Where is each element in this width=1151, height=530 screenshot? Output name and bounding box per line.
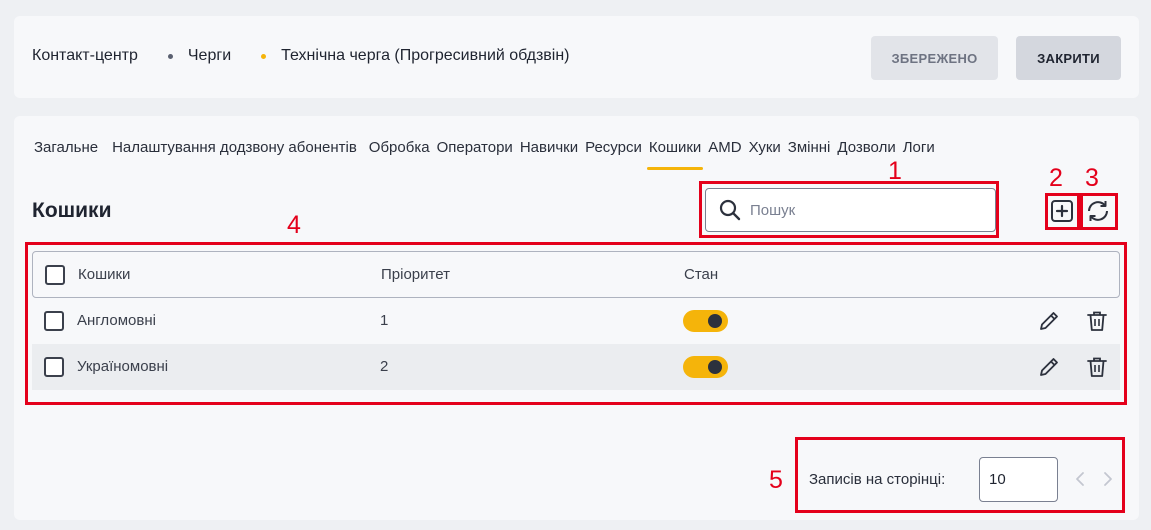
trash-icon	[1087, 311, 1107, 331]
select-all-checkbox[interactable]	[45, 265, 65, 285]
refresh-icon	[1088, 201, 1108, 221]
toggle-knob	[708, 360, 722, 374]
table-row: Україномовні 2	[32, 344, 1120, 390]
annotation-number-3: 3	[1085, 164, 1099, 192]
tab-logs[interactable]: Логи	[903, 139, 935, 156]
breadcrumb-item-queues[interactable]: Черги	[188, 47, 231, 65]
breadcrumb-separator	[167, 53, 173, 59]
search-icon	[719, 199, 741, 221]
next-page-button[interactable]	[1098, 470, 1116, 488]
rows-per-page-input[interactable]	[979, 457, 1058, 502]
chevron-right-icon	[1104, 472, 1112, 486]
breadcrumb-item-contact-center[interactable]: Контакт-центр	[32, 47, 138, 65]
tab-hooks[interactable]: Хуки	[749, 139, 781, 156]
tab-general[interactable]: Загальне	[34, 139, 98, 156]
plus-square-icon	[1051, 200, 1073, 222]
tab-processing[interactable]: Обробка	[369, 139, 430, 156]
row-priority: 1	[380, 312, 389, 329]
annotation-number-1: 1	[888, 157, 902, 185]
tab-skills[interactable]: Навички	[520, 139, 578, 156]
delete-button[interactable]	[1085, 355, 1109, 379]
section-title: Кошики	[32, 199, 112, 222]
row-basket-name: Англомовні	[77, 312, 156, 329]
toggle-knob	[708, 314, 722, 328]
chevron-left-icon	[1076, 472, 1084, 486]
pencil-icon	[1040, 312, 1058, 330]
state-toggle[interactable]	[683, 356, 728, 378]
table-row: Англомовні 1	[32, 298, 1120, 344]
annotation-number-4: 4	[287, 211, 301, 239]
tab-amd[interactable]: AMD	[708, 139, 741, 156]
column-header-state[interactable]: Стан	[684, 266, 718, 283]
prev-page-button[interactable]	[1072, 470, 1090, 488]
tab-permissions[interactable]: Дозволи	[837, 139, 895, 156]
state-toggle[interactable]	[683, 310, 728, 332]
annotation-number-2: 2	[1049, 164, 1063, 192]
tab-baskets[interactable]: Кошики	[646, 139, 704, 170]
row-checkbox[interactable]	[44, 357, 64, 377]
add-basket-button[interactable]	[1047, 196, 1077, 226]
tab-variables[interactable]: Змінні	[788, 139, 831, 156]
breadcrumb-separator-current	[261, 53, 267, 59]
tab-bar: Загальне Налаштування додзвону абонентів…	[34, 139, 942, 170]
annotation-number-5: 5	[769, 466, 783, 494]
breadcrumb: Контакт-центр Черги Технічна черга (Прог…	[32, 47, 570, 65]
row-checkbox[interactable]	[44, 311, 64, 331]
tab-operators[interactable]: Оператори	[437, 139, 513, 156]
column-header-priority[interactable]: Пріоритет	[381, 266, 450, 283]
row-basket-name: Україномовні	[77, 358, 169, 375]
edit-button[interactable]	[1037, 309, 1061, 333]
tab-resources[interactable]: Ресурси	[585, 139, 642, 156]
saved-button[interactable]: ЗБЕРЕЖЕНО	[871, 36, 998, 80]
breadcrumb-item-current: Технічна черга (Прогресивний обдзвін)	[281, 47, 570, 64]
tab-dial-settings[interactable]: Налаштування додзвону абонентів	[112, 139, 357, 156]
edit-button[interactable]	[1037, 355, 1061, 379]
search-input[interactable]	[750, 201, 970, 219]
refresh-button[interactable]	[1083, 196, 1113, 226]
row-priority: 2	[380, 358, 389, 375]
delete-button[interactable]	[1085, 309, 1109, 333]
header-card: Контакт-центр Черги Технічна черга (Прог…	[14, 16, 1139, 98]
search-box[interactable]	[705, 188, 996, 232]
table-header: Кошики Пріоритет Стан	[32, 251, 1120, 298]
rows-per-page-label: Записів на сторінці:	[809, 471, 946, 488]
trash-icon	[1087, 357, 1107, 377]
close-button[interactable]: ЗАКРИТИ	[1016, 36, 1121, 80]
column-header-baskets[interactable]: Кошики	[78, 266, 130, 283]
pencil-icon	[1040, 358, 1058, 376]
